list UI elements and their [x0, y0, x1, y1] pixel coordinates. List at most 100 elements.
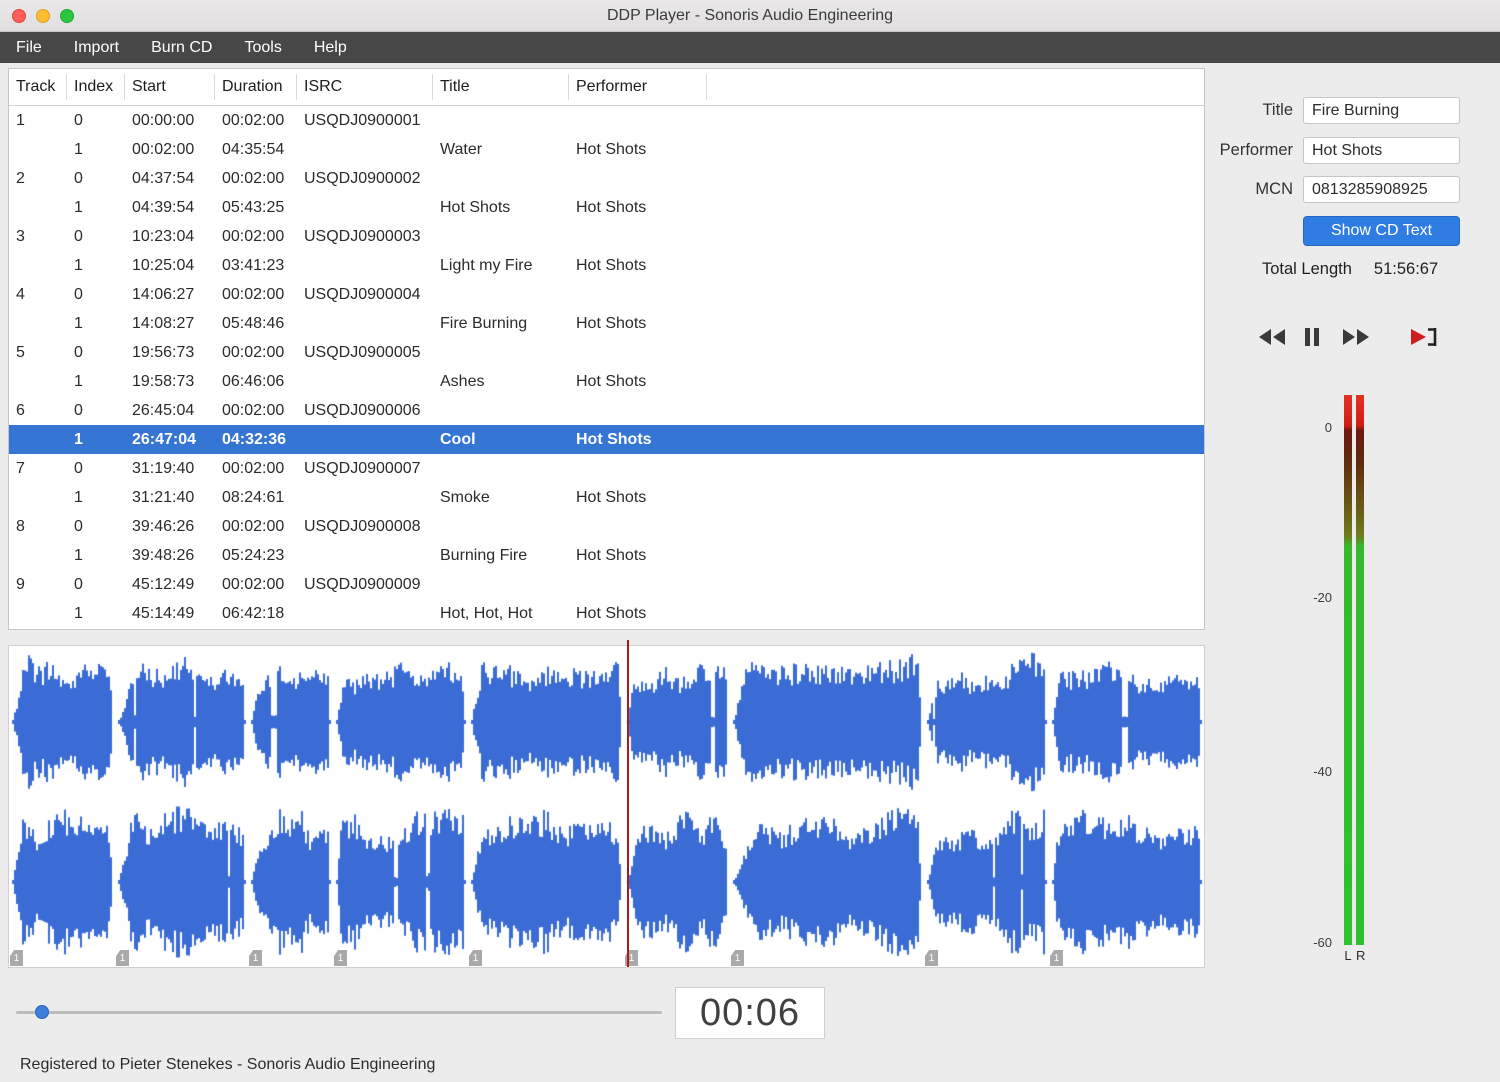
- cell-start: 39:46:26: [132, 518, 195, 535]
- play-to-marker-icon[interactable]: [1408, 326, 1438, 353]
- meter-scale-40: -40: [1313, 764, 1332, 779]
- table-row[interactable]: 7 0 31:19:40 00:02:00 USQDJ0900007: [9, 454, 1204, 483]
- table-row[interactable]: 1 19:58:73 06:46:06 Ashes Hot Shots: [9, 367, 1204, 396]
- cell-filler: [707, 338, 1204, 367]
- rewind-icon[interactable]: [1258, 327, 1286, 352]
- cell-title: Cool: [440, 431, 476, 448]
- menu-tools[interactable]: Tools: [228, 32, 297, 63]
- meter-scale-0: 0: [1324, 420, 1332, 435]
- title-input[interactable]: [1303, 97, 1460, 124]
- table-row[interactable]: 1 0 00:00:00 00:02:00 USQDJ0900001: [9, 106, 1204, 135]
- cell-start: 26:45:04: [132, 402, 195, 419]
- cell-filler: [707, 425, 1204, 454]
- table-row[interactable]: 2 0 04:37:54 00:02:00 USQDJ0900002: [9, 164, 1204, 193]
- cell-performer: [569, 106, 707, 135]
- cell-duration: 05:24:23: [222, 547, 285, 564]
- table-row[interactable]: 1 31:21:40 08:24:61 Smoke Hot Shots: [9, 483, 1204, 512]
- performer-label: Performer: [1219, 141, 1293, 159]
- cell-performer: Hot Shots: [576, 489, 647, 506]
- total-length: Total Length 51:56:67: [1262, 260, 1452, 279]
- menu-burn-cd[interactable]: Burn CD: [135, 32, 228, 63]
- details-panel: Title Performer MCN Show CD Text Total L…: [1206, 62, 1500, 1082]
- cell-isrc: USQDJ0900002: [304, 170, 421, 187]
- cell-performer: [569, 164, 707, 193]
- cell-title: Ashes: [440, 373, 485, 390]
- menu-import[interactable]: Import: [58, 32, 135, 63]
- cell-track: 2: [16, 170, 25, 187]
- show-cd-text-button[interactable]: Show CD Text: [1303, 216, 1460, 246]
- cell-duration: 05:48:46: [222, 315, 285, 332]
- table-row[interactable]: 1 26:47:04 04:32:36 Cool Hot Shots: [9, 425, 1204, 454]
- column-header-track[interactable]: Track: [9, 74, 67, 100]
- minimize-button[interactable]: [36, 9, 50, 23]
- cell-filler: [707, 483, 1204, 512]
- cell-track: [9, 483, 67, 512]
- meter-bar-right: [1356, 395, 1364, 945]
- cell-performer: [569, 280, 707, 309]
- seek-track[interactable]: [16, 1011, 662, 1014]
- cell-index: 1: [74, 257, 83, 274]
- column-header-start[interactable]: Start: [125, 74, 215, 100]
- cell-start: 26:47:04: [132, 431, 197, 448]
- cell-duration: 00:02:00: [222, 286, 285, 303]
- cell-start: 45:14:49: [132, 605, 195, 622]
- table-row[interactable]: 1 00:02:00 04:35:54 Water Hot Shots: [9, 135, 1204, 164]
- table-row[interactable]: 1 39:48:26 05:24:23 Burning Fire Hot Shots: [9, 541, 1204, 570]
- time-display: 00:06: [675, 987, 825, 1039]
- cell-index: 1: [74, 315, 83, 332]
- mcn-input[interactable]: [1303, 176, 1460, 203]
- table-row[interactable]: 1 14:08:27 05:48:46 Fire Burning Hot Shots: [9, 309, 1204, 338]
- column-header-performer[interactable]: Performer: [569, 74, 707, 100]
- table-row[interactable]: 1 45:14:49 06:42:18 Hot, Hot, Hot Hot Shots: [9, 599, 1204, 628]
- cell-isrc: USQDJ0900007: [304, 460, 421, 477]
- cell-title: Hot, Hot, Hot: [440, 605, 533, 622]
- table-row[interactable]: 1 04:39:54 05:43:25 Hot Shots Hot Shots: [9, 193, 1204, 222]
- table-row[interactable]: 4 0 14:06:27 00:02:00 USQDJ0900004: [9, 280, 1204, 309]
- cell-isrc: [297, 309, 433, 338]
- cell-title: [433, 164, 569, 193]
- cell-performer: [569, 222, 707, 251]
- cell-duration: 00:02:00: [222, 576, 285, 593]
- cell-isrc: [297, 541, 433, 570]
- cell-filler: [707, 251, 1204, 280]
- column-header-index[interactable]: Index: [67, 74, 125, 100]
- seek-handle[interactable]: [35, 1005, 49, 1019]
- column-header-duration[interactable]: Duration: [215, 74, 297, 100]
- cell-track: [9, 541, 67, 570]
- cell-start: 10:25:04: [132, 257, 195, 274]
- cell-duration: 04:32:36: [222, 431, 287, 448]
- table-row[interactable]: 1 10:25:04 03:41:23 Light my Fire Hot Shots: [9, 251, 1204, 280]
- cell-duration: 00:02:00: [222, 112, 285, 129]
- table-row[interactable]: 6 0 26:45:04 00:02:00 USQDJ0900006: [9, 396, 1204, 425]
- cell-index: 1: [74, 605, 83, 622]
- traffic-lights: [12, 9, 74, 23]
- cell-title: [433, 512, 569, 541]
- cell-index: 0: [74, 460, 83, 477]
- pause-icon[interactable]: [1304, 327, 1320, 352]
- cell-start: 00:00:00: [132, 112, 195, 129]
- cell-filler: [707, 396, 1204, 425]
- column-header-title[interactable]: Title: [433, 74, 569, 100]
- cell-track: [9, 251, 67, 280]
- cell-start: 04:37:54: [132, 170, 195, 187]
- close-button[interactable]: [12, 9, 26, 23]
- table-row[interactable]: 8 0 39:46:26 00:02:00 USQDJ0900008: [9, 512, 1204, 541]
- table-row[interactable]: 9 0 45:12:49 00:02:00 USQDJ0900009: [9, 570, 1204, 599]
- transport-controls: [1258, 324, 1438, 354]
- cell-title: [433, 280, 569, 309]
- table-row[interactable]: 5 0 19:56:73 00:02:00 USQDJ0900005: [9, 338, 1204, 367]
- cell-duration: 00:02:00: [222, 170, 285, 187]
- table-row[interactable]: 3 0 10:23:04 00:02:00 USQDJ0900003: [9, 222, 1204, 251]
- menu-file[interactable]: File: [0, 32, 58, 63]
- zoom-button[interactable]: [60, 9, 74, 23]
- playhead-cursor[interactable]: [627, 640, 629, 967]
- waveform-panel[interactable]: 111111111: [8, 640, 1205, 968]
- cell-filler: [707, 570, 1204, 599]
- menu-help[interactable]: Help: [298, 32, 363, 63]
- seek-slider[interactable]: [16, 1004, 662, 1020]
- fast-forward-icon[interactable]: [1342, 327, 1370, 352]
- cell-index: 1: [74, 373, 83, 390]
- column-header-isrc[interactable]: ISRC: [297, 74, 433, 100]
- meter-channel-left-label: L: [1344, 948, 1352, 963]
- performer-input[interactable]: [1303, 137, 1460, 164]
